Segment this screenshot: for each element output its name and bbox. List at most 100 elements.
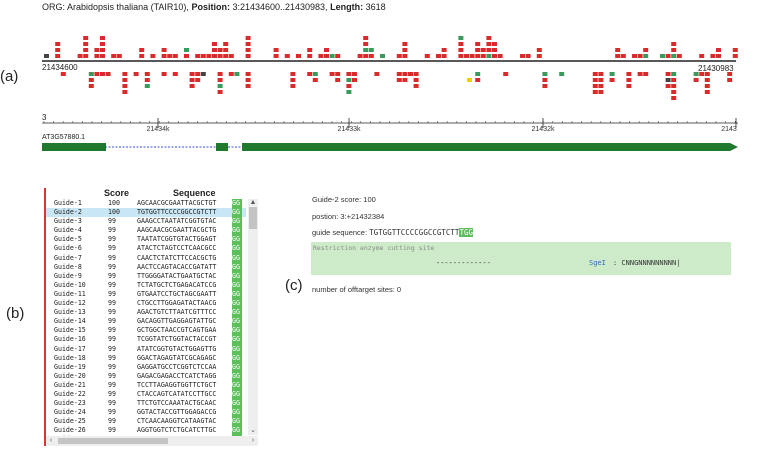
guide-mark[interactable] [329,54,335,58]
guide-mark[interactable] [55,42,61,46]
guide-mark[interactable] [133,72,139,76]
guide-mark[interactable] [167,54,173,58]
table-row[interactable]: Guide-21 99 TCCTTAGAGGTGGTTCTGCT GG [46,380,246,390]
hscroll-thumb[interactable] [58,438,168,444]
guide-mark[interactable] [469,54,475,58]
table-row[interactable]: Guide-22 99 CTACCAGTCATATCCTTGCC GG [46,389,246,400]
guide-mark[interactable] [212,42,217,46]
guide-mark[interactable] [458,54,464,58]
table-row[interactable]: Guide-14 99 GACAGGTTGAGGAGTATTGC GG [46,317,246,327]
table-row[interactable]: Guide-24 99 GGTACTACCGTTGGAGACCG GG [46,408,246,418]
guide-mark[interactable] [368,48,374,52]
guide-mark[interactable] [363,36,369,40]
table-row[interactable]: Guide-2 100 TGTGGTTCCCCGGCCGTCTT GG [46,208,246,218]
guide-mark[interactable] [161,72,167,76]
guide-mark[interactable] [105,72,111,76]
guide-mark[interactable] [732,54,738,58]
guide-mark[interactable] [413,84,419,88]
guide-mark[interactable] [598,78,604,82]
table-row[interactable]: Guide-3 99 GAAGCCTAATATCGGTGTAC GG [46,217,246,227]
guide-mark[interactable] [626,72,632,76]
guide-mark[interactable] [413,72,419,76]
scroll-left-icon[interactable]: ‹ [46,436,56,446]
guide-mark[interactable] [172,54,178,58]
guide-mark[interactable] [324,54,329,58]
guide-mark[interactable] [598,90,604,94]
guide-mark[interactable] [363,54,369,58]
guide-mark[interactable] [458,42,464,46]
exon-3-arrow[interactable] [242,143,738,151]
guide-mark[interactable] [402,78,408,82]
guide-mark[interactable] [671,96,677,100]
guide-mark[interactable] [486,36,492,40]
guide-mark[interactable] [396,78,402,82]
enzyme-name[interactable]: SgeI [589,259,606,267]
guide-mark[interactable] [665,84,671,88]
table-row[interactable]: Guide-1 100 AGCAACGCGAATTACGCTGT GG [46,199,246,209]
guide-mark[interactable] [150,54,156,58]
guide-mark[interactable] [100,42,105,46]
guide-mark[interactable] [217,54,223,58]
table-row[interactable]: Guide-20 99 GAGACGAGACCTCATCTAGG GG [46,371,246,381]
exon-1[interactable] [42,143,106,151]
table-row[interactable]: Guide-7 99 CAACTCTATCTTCCACGCTG GG [46,253,246,263]
guide-mark[interactable] [671,90,677,94]
guide-mark[interactable] [312,78,318,82]
guide-mark[interactable] [486,54,492,58]
guide-mark[interactable] [44,54,49,58]
guide-mark[interactable] [380,54,385,58]
guide-mark[interactable] [217,72,223,76]
guide-mark[interactable] [144,72,150,76]
guide-mark[interactable] [307,54,313,58]
guide-mark[interactable] [632,54,637,58]
guide-mark[interactable] [671,78,677,82]
guide-mark[interactable] [245,54,251,58]
guide-mark[interactable] [83,36,89,40]
guide-mark[interactable] [716,48,721,52]
guide-mark[interactable] [486,48,492,52]
guide-mark[interactable] [620,54,626,58]
guide-mark[interactable] [352,72,357,76]
guide-mark[interactable] [273,48,279,52]
guide-mark[interactable] [100,36,105,40]
guide-mark[interactable] [671,42,677,46]
scroll-down-icon[interactable]: ⌄ [248,427,258,435]
guide-mark[interactable] [660,54,665,58]
guide-mark[interactable] [290,84,296,88]
guide-mark[interactable] [480,48,486,52]
guide-mark[interactable] [139,54,145,58]
guide-mark[interactable] [592,90,598,94]
guide-mark[interactable] [486,42,492,46]
guide-mark[interactable] [217,48,223,52]
table-row[interactable]: Guide-12 99 CTGCCTTGGAGATACTAACG GG [46,299,246,309]
guide-mark[interactable] [402,48,408,52]
guide-mark[interactable] [335,78,341,82]
guide-mark[interactable] [671,48,677,52]
guide-mark[interactable] [710,54,716,58]
guide-mark[interactable] [643,72,649,76]
exon-2[interactable] [216,143,228,151]
guide-mark[interactable] [542,84,548,88]
guide-mark[interactable] [413,78,419,82]
guide-mark[interactable] [665,78,671,82]
guide-mark[interactable] [615,48,621,52]
guide-mark[interactable] [60,72,66,76]
guide-mark[interactable] [352,78,357,82]
guide-table[interactable]: Score Sequence Guide-1 100 AGCAACGCGAATTAC… [44,188,258,446]
guide-mark[interactable] [704,78,710,82]
guide-mark[interactable] [290,72,296,76]
guide-mark[interactable] [223,48,229,52]
scroll-thumb[interactable] [249,207,257,229]
guide-mark[interactable] [122,90,128,94]
guide-mark[interactable] [464,54,469,58]
guide-mark[interactable] [195,78,201,82]
gene-name[interactable]: AT3G57880.1 [42,134,85,141]
guide-mark[interactable] [184,48,189,52]
guide-mark[interactable] [122,84,128,88]
guide-mark[interactable] [94,48,100,52]
score-header[interactable]: Score [104,188,129,198]
table-row[interactable]: Guide-13 99 AGACTGTCTTAATCGTTTCC GG [46,308,246,318]
guide-mark[interactable] [234,72,240,76]
guide-mark[interactable] [368,54,374,58]
guide-mark[interactable] [245,84,251,88]
